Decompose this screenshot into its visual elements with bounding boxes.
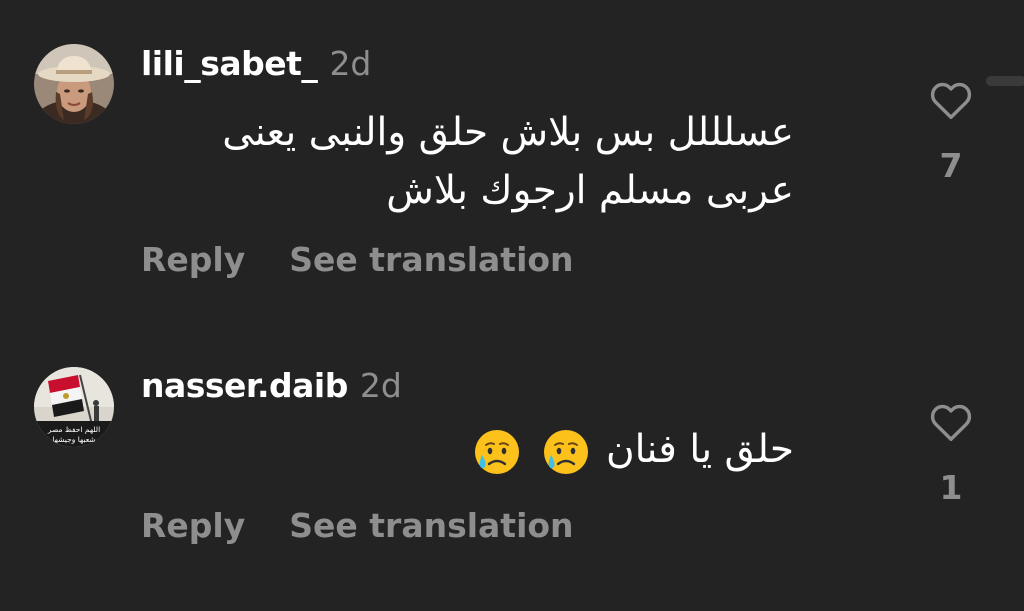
- like-control: 1: [928, 402, 974, 507]
- like-count: 1: [939, 468, 963, 507]
- comment-actions: Reply See translation: [141, 240, 574, 279]
- comment-text: حلق يا فنان: [469, 421, 794, 479]
- avatar-caption: شعبها وجيشها: [52, 435, 95, 444]
- see-translation-button[interactable]: See translation: [289, 506, 573, 545]
- comment-text-line: عربى مسلم ارجوك بلاش: [386, 168, 794, 213]
- heart-icon[interactable]: [929, 402, 973, 442]
- comment-actions: Reply See translation: [141, 506, 574, 545]
- comment-item: اللهم احفظ مصر شعبها وجيشها nasser.daib 2…: [0, 330, 1024, 590]
- reply-button[interactable]: Reply: [141, 506, 245, 545]
- comments-screen: lili_sabet_ 2d عسلللل بس بلاش حلق والنبى …: [0, 0, 1024, 611]
- sad-but-relieved-face-icon: [543, 429, 588, 474]
- heart-icon[interactable]: [929, 80, 973, 120]
- reply-button[interactable]: Reply: [141, 240, 245, 279]
- see-translation-button[interactable]: See translation: [289, 240, 573, 279]
- comment-text-line: حلق يا فنان: [605, 427, 794, 472]
- like-control: 7: [928, 80, 974, 185]
- comment-item: lili_sabet_ 2d عسلللل بس بلاش حلق والنبى …: [0, 0, 1024, 300]
- sad-but-relieved-face-icon: [475, 429, 520, 474]
- avatar-caption: اللهم احفظ مصر: [47, 425, 100, 434]
- avatar[interactable]: [34, 44, 114, 124]
- username[interactable]: lili_sabet_: [141, 44, 318, 83]
- comment-text-line: عسلللل بس بلاش حلق والنبى يعنى: [222, 110, 794, 155]
- comment-header: lili_sabet_ 2d: [141, 44, 371, 83]
- comment-header: nasser.daib 2d: [141, 366, 402, 405]
- comment-text: عسلللل بس بلاش حلق والنبى يعنى عربى مسلم…: [222, 104, 794, 220]
- username[interactable]: nasser.daib: [141, 366, 348, 405]
- like-count: 7: [939, 146, 963, 185]
- avatar[interactable]: اللهم احفظ مصر شعبها وجيشها: [34, 367, 114, 447]
- timestamp: 2d: [359, 366, 402, 405]
- timestamp: 2d: [329, 44, 372, 83]
- avatar-photo: [34, 44, 114, 124]
- avatar-photo: اللهم احفظ مصر شعبها وجيشها: [34, 367, 114, 447]
